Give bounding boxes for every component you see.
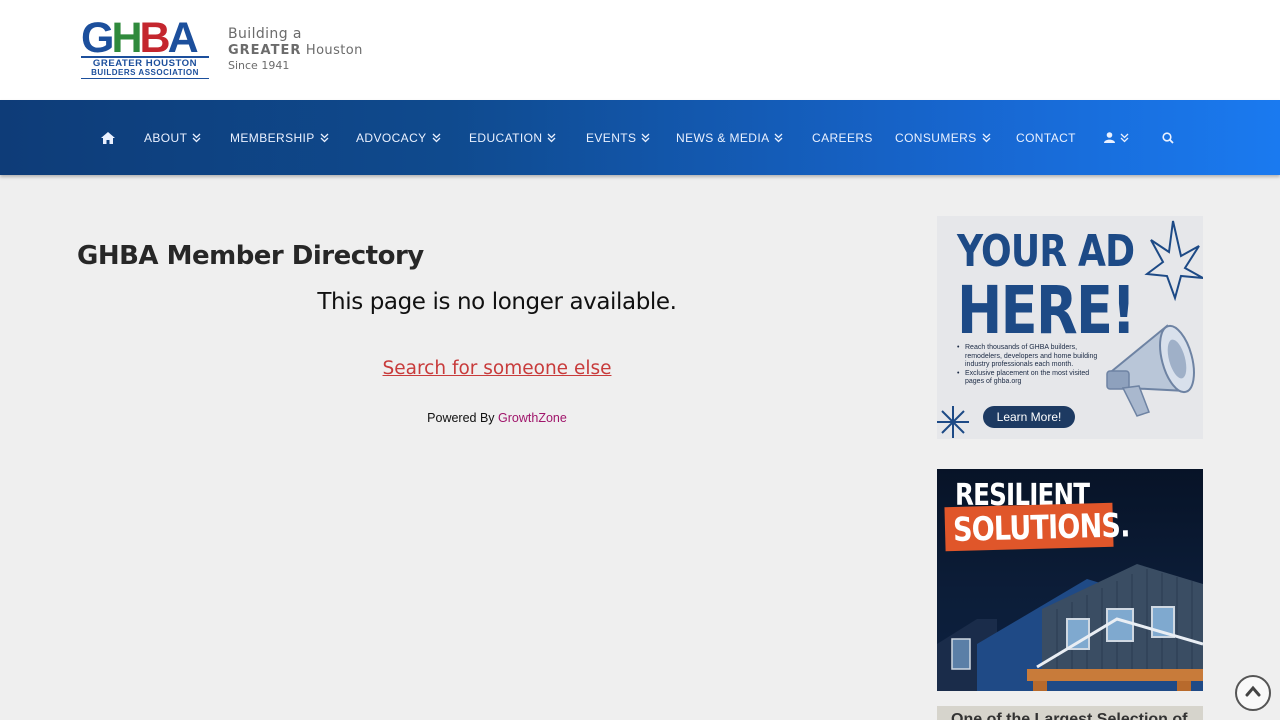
nav-label-membership: MEMBERSHIP — [230, 130, 315, 145]
logo-mark: GHBA GREATER HOUSTON BUILDERS ASSOCIATIO… — [80, 14, 210, 83]
chevron-down-icon — [641, 133, 650, 143]
nav-label-news-media: NEWS & MEDIA — [676, 130, 770, 145]
chevron-down-icon — [320, 133, 329, 143]
chevron-down-icon — [547, 133, 556, 143]
back-to-top-button[interactable] — [1235, 675, 1271, 711]
ad1-headline: YOUR AD HERE! — [957, 226, 1136, 349]
main-navbar: ABOUT MEMBERSHIP ADVOCACY EDUCATION EVEN… — [0, 100, 1280, 175]
chevron-down-icon — [774, 133, 783, 143]
nav-label-careers: CAREERS — [812, 130, 873, 145]
chevron-down-icon — [982, 133, 991, 143]
page-title: GHBA Member Directory — [77, 241, 424, 271]
tagline-line1: Building a — [228, 26, 302, 42]
ad2-line2: SOLUTIONS. — [952, 505, 1130, 549]
logo-line2: BUILDERS ASSOCIATION — [91, 68, 199, 77]
nav-account[interactable] — [1104, 100, 1129, 175]
site-header: GHBA GREATER HOUSTON BUILDERS ASSOCIATIO… — [0, 0, 1280, 100]
nav-consumers[interactable]: CONSUMERS — [895, 100, 991, 175]
nav-label-advocacy: ADVOCACY — [356, 130, 427, 145]
nav-advocacy[interactable]: ADVOCACY — [356, 100, 441, 175]
home-icon — [101, 131, 115, 144]
nav-careers[interactable]: CAREERS — [812, 100, 873, 175]
ad2-banner: SOLUTIONS. — [944, 502, 1130, 552]
tagline-bold: GREATER — [228, 43, 302, 58]
ad3-text: One of the Largest Selection of — [951, 711, 1188, 720]
nav-events[interactable]: EVENTS — [586, 100, 650, 175]
chevron-down-icon — [432, 133, 441, 143]
powered-by: Powered By GrowthZone — [77, 410, 917, 426]
powered-by-label: Powered By — [427, 411, 495, 425]
search-again-container: Search for someone else — [77, 355, 917, 383]
tagline-line3: Since 1941 — [228, 59, 290, 72]
ghba-logo[interactable]: GHBA GREATER HOUSTON BUILDERS ASSOCIATIO… — [80, 14, 372, 83]
ad-your-ad-here[interactable]: YOUR AD HERE! Reach thousands of GHBA bu… — [937, 216, 1203, 439]
search-someone-else-link[interactable]: Search for someone else — [383, 358, 612, 379]
unavailable-message: This page is no longer available. — [317, 289, 677, 315]
ad1-bullets: Reach thousands of GHBA builders, remode… — [957, 344, 1105, 387]
ad1-headline-b: HERE! — [957, 272, 1136, 349]
ad1-bullet: Exclusive placement on the most visited … — [957, 370, 1105, 387]
nav-news-media[interactable]: NEWS & MEDIA — [676, 100, 783, 175]
nav-label-events: EVENTS — [586, 130, 637, 145]
nav-label-consumers: CONSUMERS — [895, 130, 977, 145]
growthzone-link[interactable]: GrowthZone — [498, 411, 567, 425]
user-icon — [1104, 132, 1115, 143]
tagline-line2: GREATER Houston — [228, 43, 363, 59]
chevron-down-icon — [192, 133, 201, 143]
chevron-up-icon — [1245, 684, 1261, 702]
tagline: Building a GREATER Houston Since 1941 — [228, 25, 363, 73]
learn-more-button[interactable]: Learn More! — [983, 406, 1075, 428]
nav-label-about: ABOUT — [144, 130, 188, 145]
nav-search[interactable] — [1162, 100, 1174, 175]
logo-underline — [81, 78, 209, 79]
ad-resilient-solutions[interactable]: RESILIENT SOLUTIONS. — [937, 469, 1203, 691]
nav-label-contact: CONTACT — [1016, 130, 1076, 145]
ad1-headline-a: YOUR AD — [957, 226, 1135, 277]
tagline-rest: Houston — [301, 43, 363, 58]
nav-education[interactable]: EDUCATION — [469, 100, 556, 175]
ad1-bullet: Reach thousands of GHBA builders, remode… — [957, 344, 1105, 370]
ad-third[interactable]: One of the Largest Selection of — [937, 706, 1203, 720]
chevron-down-icon — [1120, 133, 1129, 143]
nav-about[interactable]: ABOUT — [144, 100, 201, 175]
search-icon — [1162, 131, 1174, 144]
nav-contact[interactable]: CONTACT — [1016, 100, 1076, 175]
nav-membership[interactable]: MEMBERSHIP — [230, 100, 329, 175]
nav-home[interactable] — [101, 100, 115, 175]
nav-label-education: EDUCATION — [469, 130, 543, 145]
